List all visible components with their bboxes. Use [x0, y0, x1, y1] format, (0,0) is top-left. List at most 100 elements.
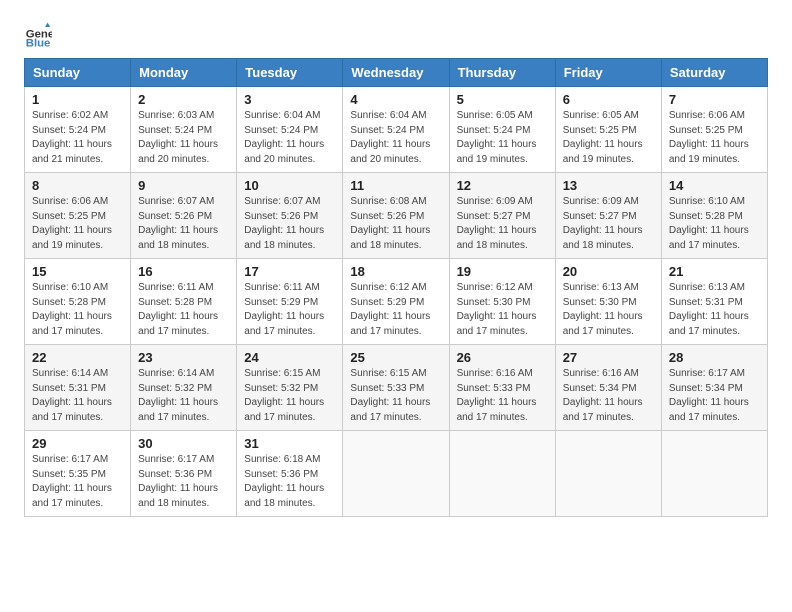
- calendar-cell: 25 Sunrise: 6:15 AM Sunset: 5:33 PM Dayli…: [343, 345, 449, 431]
- day-info: Sunrise: 6:07 AM Sunset: 5:26 PM Dayligh…: [138, 195, 229, 253]
- day-number: 27: [563, 350, 654, 365]
- day-number: 17: [244, 264, 335, 279]
- calendar-cell: 16Sunrise: 6:11 AM Sunset: 5:28 PM Dayli…: [131, 259, 237, 345]
- calendar-cell: 15 Sunrise: 6:10 AM Sunset: 5:28 PM Dayli…: [25, 259, 131, 345]
- day-info: Sunrise: 6:17 AM Sunset: 5:35 PM Dayligh…: [32, 453, 123, 511]
- calendar-cell: 17 Sunrise: 6:11 AM Sunset: 5:29 PM Dayli…: [237, 259, 343, 345]
- day-number: 22: [32, 350, 123, 365]
- day-info: Sunrise: 6:14 AM Sunset: 5:32 PM Dayligh…: [138, 367, 229, 425]
- day-number: 7: [669, 92, 760, 107]
- day-info: Sunrise: 6:15 AM Sunset: 5:32 PM Dayligh…: [244, 367, 335, 425]
- calendar-cell: 30Sunrise: 6:17 AM Sunset: 5:36 PM Dayli…: [131, 431, 237, 517]
- calendar-week-row: 15 Sunrise: 6:10 AM Sunset: 5:28 PM Dayli…: [25, 259, 768, 345]
- calendar-cell: 29 Sunrise: 6:17 AM Sunset: 5:35 PM Dayli…: [25, 431, 131, 517]
- day-number: 19: [457, 264, 548, 279]
- day-number: 20: [563, 264, 654, 279]
- day-number: 28: [669, 350, 760, 365]
- svg-text:Blue: Blue: [26, 37, 51, 48]
- day-number: 18: [350, 264, 441, 279]
- header-day: Monday: [131, 59, 237, 87]
- day-info: Sunrise: 6:10 AM Sunset: 5:28 PM Dayligh…: [32, 281, 123, 339]
- day-info: Sunrise: 6:06 AM Sunset: 5:25 PM Dayligh…: [32, 195, 123, 253]
- calendar-cell: 23 Sunrise: 6:14 AM Sunset: 5:32 PM Dayli…: [131, 345, 237, 431]
- day-info: Sunrise: 6:12 AM Sunset: 5:30 PM Dayligh…: [457, 281, 548, 339]
- calendar-cell: 2Sunrise: 6:03 AM Sunset: 5:24 PM Daylig…: [131, 87, 237, 173]
- calendar-cell: [449, 431, 555, 517]
- day-number: 10: [244, 178, 335, 193]
- day-info: Sunrise: 6:04 AM Sunset: 5:24 PM Dayligh…: [244, 109, 335, 167]
- calendar-cell: 11 Sunrise: 6:08 AM Sunset: 5:26 PM Dayli…: [343, 173, 449, 259]
- calendar-cell: 20 Sunrise: 6:13 AM Sunset: 5:30 PM Dayli…: [555, 259, 661, 345]
- day-number: 11: [350, 178, 441, 193]
- calendar-cell: 31 Sunrise: 6:18 AM Sunset: 5:36 PM Dayli…: [237, 431, 343, 517]
- day-info: Sunrise: 6:10 AM Sunset: 5:28 PM Dayligh…: [669, 195, 760, 253]
- calendar-cell: 21Sunrise: 6:13 AM Sunset: 5:31 PM Dayli…: [661, 259, 767, 345]
- day-info: Sunrise: 6:16 AM Sunset: 5:33 PM Dayligh…: [457, 367, 548, 425]
- calendar-cell: 5 Sunrise: 6:05 AM Sunset: 5:24 PM Daylig…: [449, 87, 555, 173]
- calendar-cell: 3 Sunrise: 6:04 AM Sunset: 5:24 PM Daylig…: [237, 87, 343, 173]
- header-row: SundayMondayTuesdayWednesdayThursdayFrid…: [25, 59, 768, 87]
- calendar-cell: 26 Sunrise: 6:16 AM Sunset: 5:33 PM Dayli…: [449, 345, 555, 431]
- day-number: 30: [138, 436, 229, 451]
- day-info: Sunrise: 6:05 AM Sunset: 5:25 PM Dayligh…: [563, 109, 654, 167]
- calendar-cell: 4 Sunrise: 6:04 AM Sunset: 5:24 PM Daylig…: [343, 87, 449, 173]
- day-number: 15: [32, 264, 123, 279]
- day-info: Sunrise: 6:07 AM Sunset: 5:26 PM Dayligh…: [244, 195, 335, 253]
- day-number: 4: [350, 92, 441, 107]
- calendar-cell: 27 Sunrise: 6:16 AM Sunset: 5:34 PM Dayli…: [555, 345, 661, 431]
- day-info: Sunrise: 6:06 AM Sunset: 5:25 PM Dayligh…: [669, 109, 760, 167]
- logo-icon: General Blue: [24, 20, 52, 48]
- calendar-cell: 1 Sunrise: 6:02 AM Sunset: 5:24 PM Daylig…: [25, 87, 131, 173]
- calendar-week-row: 8 Sunrise: 6:06 AM Sunset: 5:25 PM Daylig…: [25, 173, 768, 259]
- day-info: Sunrise: 6:16 AM Sunset: 5:34 PM Dayligh…: [563, 367, 654, 425]
- calendar-cell: 28Sunrise: 6:17 AM Sunset: 5:34 PM Dayli…: [661, 345, 767, 431]
- header-day: Friday: [555, 59, 661, 87]
- calendar-cell: 19 Sunrise: 6:12 AM Sunset: 5:30 PM Dayli…: [449, 259, 555, 345]
- day-info: Sunrise: 6:12 AM Sunset: 5:29 PM Dayligh…: [350, 281, 441, 339]
- day-info: Sunrise: 6:02 AM Sunset: 5:24 PM Dayligh…: [32, 109, 123, 167]
- header-day: Wednesday: [343, 59, 449, 87]
- day-info: Sunrise: 6:04 AM Sunset: 5:24 PM Dayligh…: [350, 109, 441, 167]
- day-info: Sunrise: 6:11 AM Sunset: 5:29 PM Dayligh…: [244, 281, 335, 339]
- day-info: Sunrise: 6:05 AM Sunset: 5:24 PM Dayligh…: [457, 109, 548, 167]
- day-info: Sunrise: 6:09 AM Sunset: 5:27 PM Dayligh…: [457, 195, 548, 253]
- day-info: Sunrise: 6:09 AM Sunset: 5:27 PM Dayligh…: [563, 195, 654, 253]
- calendar-week-row: 22 Sunrise: 6:14 AM Sunset: 5:31 PM Dayli…: [25, 345, 768, 431]
- day-info: Sunrise: 6:15 AM Sunset: 5:33 PM Dayligh…: [350, 367, 441, 425]
- calendar-cell: 22 Sunrise: 6:14 AM Sunset: 5:31 PM Dayli…: [25, 345, 131, 431]
- calendar-cell: 6 Sunrise: 6:05 AM Sunset: 5:25 PM Daylig…: [555, 87, 661, 173]
- day-info: Sunrise: 6:14 AM Sunset: 5:31 PM Dayligh…: [32, 367, 123, 425]
- day-info: Sunrise: 6:08 AM Sunset: 5:26 PM Dayligh…: [350, 195, 441, 253]
- day-info: Sunrise: 6:18 AM Sunset: 5:36 PM Dayligh…: [244, 453, 335, 511]
- calendar-cell: 13Sunrise: 6:09 AM Sunset: 5:27 PM Dayli…: [555, 173, 661, 259]
- day-number: 26: [457, 350, 548, 365]
- day-info: Sunrise: 6:13 AM Sunset: 5:30 PM Dayligh…: [563, 281, 654, 339]
- calendar-week-row: 1 Sunrise: 6:02 AM Sunset: 5:24 PM Daylig…: [25, 87, 768, 173]
- header: General Blue: [24, 20, 768, 48]
- day-number: 25: [350, 350, 441, 365]
- calendar-cell: 9Sunrise: 6:07 AM Sunset: 5:26 PM Daylig…: [131, 173, 237, 259]
- day-number: 8: [32, 178, 123, 193]
- logo: General Blue: [24, 20, 56, 48]
- header-day: Sunday: [25, 59, 131, 87]
- day-number: 1: [32, 92, 123, 107]
- day-number: 3: [244, 92, 335, 107]
- day-number: 5: [457, 92, 548, 107]
- day-number: 31: [244, 436, 335, 451]
- day-number: 24: [244, 350, 335, 365]
- day-number: 12: [457, 178, 548, 193]
- day-number: 29: [32, 436, 123, 451]
- header-day: Thursday: [449, 59, 555, 87]
- day-info: Sunrise: 6:13 AM Sunset: 5:31 PM Dayligh…: [669, 281, 760, 339]
- day-number: 23: [138, 350, 229, 365]
- calendar-cell: 7 Sunrise: 6:06 AM Sunset: 5:25 PM Daylig…: [661, 87, 767, 173]
- header-day: Saturday: [661, 59, 767, 87]
- day-number: 6: [563, 92, 654, 107]
- calendar-cell: 12 Sunrise: 6:09 AM Sunset: 5:27 PM Dayli…: [449, 173, 555, 259]
- day-number: 2: [138, 92, 229, 107]
- calendar-cell: [661, 431, 767, 517]
- calendar-cell: 10 Sunrise: 6:07 AM Sunset: 5:26 PM Dayli…: [237, 173, 343, 259]
- calendar-cell: 14Sunrise: 6:10 AM Sunset: 5:28 PM Dayli…: [661, 173, 767, 259]
- calendar-cell: 8 Sunrise: 6:06 AM Sunset: 5:25 PM Daylig…: [25, 173, 131, 259]
- calendar-cell: 24 Sunrise: 6:15 AM Sunset: 5:32 PM Dayli…: [237, 345, 343, 431]
